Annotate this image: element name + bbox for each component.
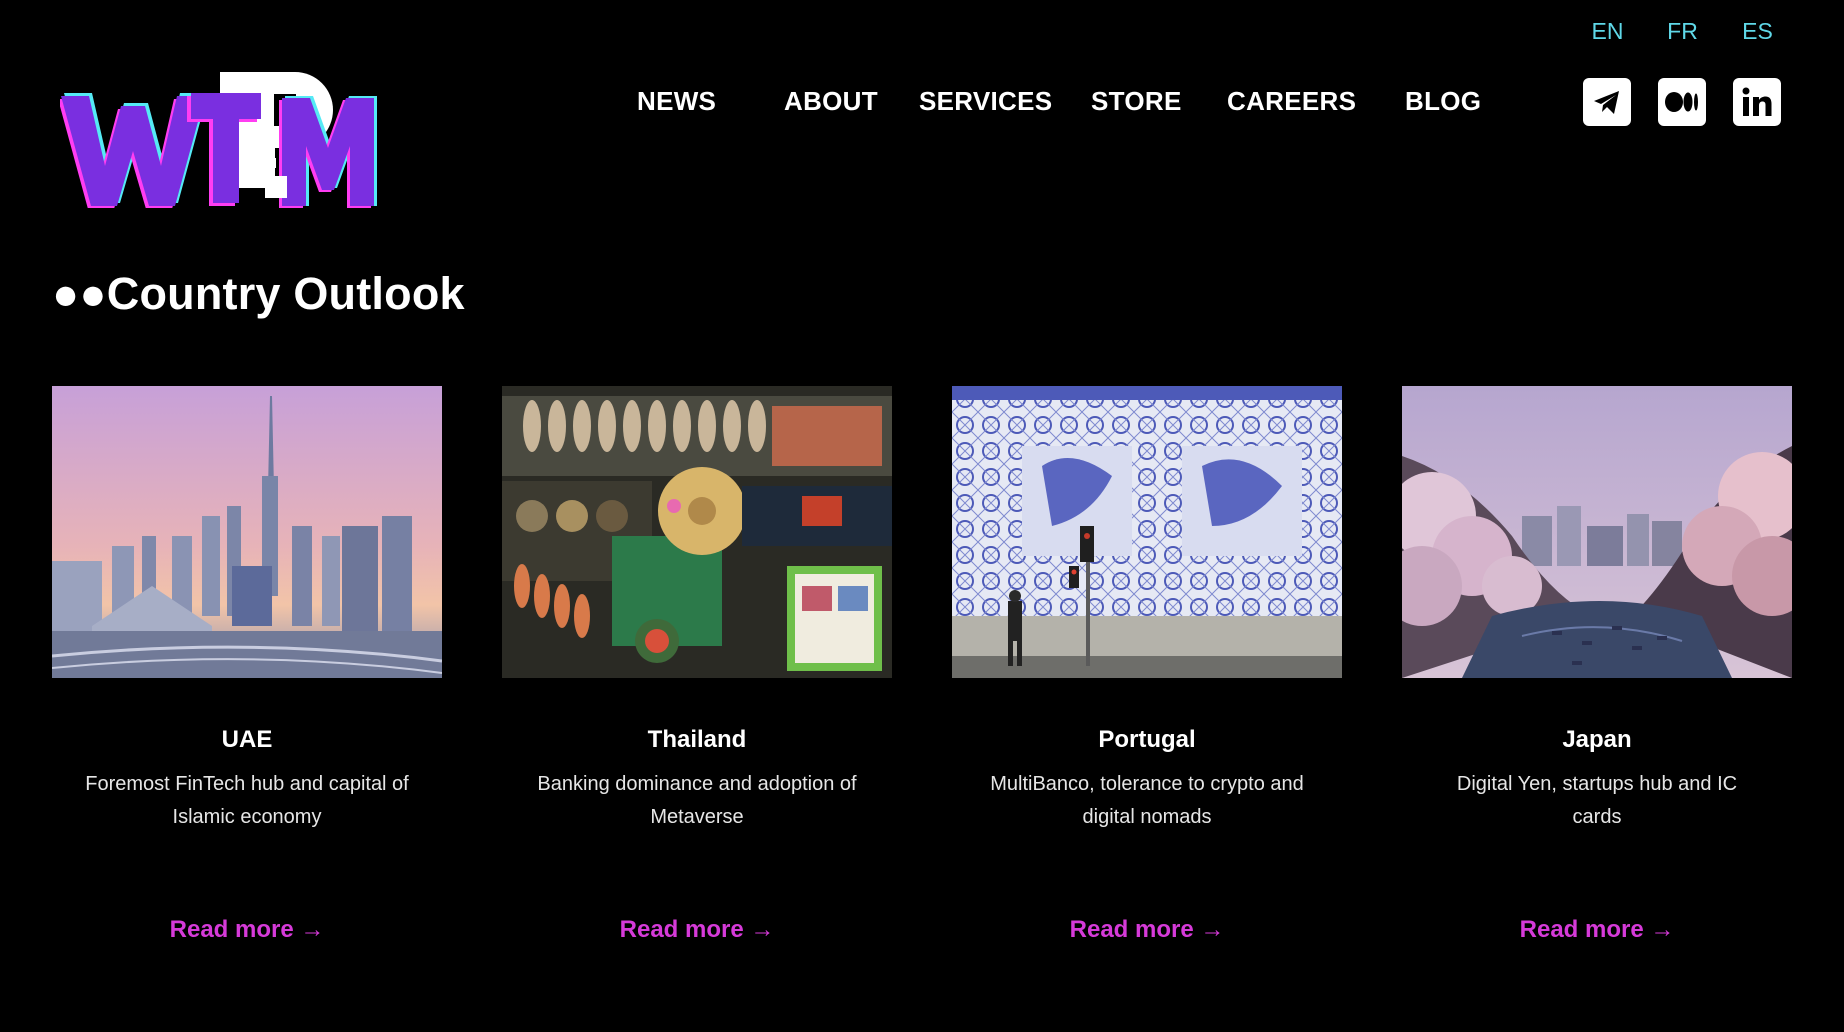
- japan-image[interactable]: [1402, 386, 1792, 678]
- card-description: Digital Yen, startups hub and IC cards: [1456, 773, 1738, 828]
- section-title: ●●Country Outlook: [52, 268, 465, 319]
- nav-store[interactable]: STORE: [1091, 86, 1182, 117]
- read-more-link[interactable]: Read more →: [620, 916, 775, 944]
- nav-about[interactable]: ABOUT: [784, 86, 878, 117]
- site-logo[interactable]: [58, 68, 390, 210]
- telegram-button[interactable]: [1583, 78, 1631, 126]
- nav-careers[interactable]: CAREERS: [1227, 86, 1356, 117]
- nav-services[interactable]: SERVICES: [919, 86, 1052, 117]
- country-card-portugal: Portugal MultiBanco, tolerance to crypto…: [952, 386, 1342, 944]
- portugal-image[interactable]: [952, 386, 1342, 678]
- linkedin-icon: [1742, 87, 1772, 116]
- dubai-skyline-photo: [52, 386, 442, 678]
- social-links: [1583, 78, 1781, 126]
- read-more-link[interactable]: Read more →: [170, 916, 325, 944]
- country-card-list: UAE Foremost FinTech hub and capital of …: [52, 386, 1792, 944]
- wtpm-logo-graphic: [58, 72, 377, 210]
- language-fr[interactable]: FR: [1645, 18, 1720, 45]
- language-es[interactable]: ES: [1720, 18, 1795, 45]
- country-card-japan: Japan Digital Yen, startups hub and IC c…: [1402, 386, 1792, 944]
- card-title: Japan: [1562, 726, 1632, 753]
- read-more-link[interactable]: Read more →: [1520, 916, 1675, 944]
- language-en[interactable]: EN: [1570, 18, 1645, 45]
- nav-news[interactable]: NEWS: [637, 86, 716, 117]
- cherry-blossom-river-photo: [1402, 386, 1792, 678]
- telegram-icon: [1594, 91, 1619, 114]
- thai-floating-market-photo: [502, 386, 892, 678]
- country-card-thailand: Thailand Banking dominance and adoption …: [502, 386, 892, 944]
- card-description: MultiBanco, tolerance to crypto and digi…: [990, 773, 1304, 828]
- linkedin-button[interactable]: [1733, 78, 1781, 126]
- thailand-image[interactable]: [502, 386, 892, 678]
- card-title: Portugal: [1098, 726, 1196, 753]
- read-more-link[interactable]: Read more →: [1070, 916, 1225, 944]
- card-title: Thailand: [647, 726, 747, 753]
- card-title: UAE: [221, 726, 273, 753]
- country-card-uae: UAE Foremost FinTech hub and capital of …: [52, 386, 442, 944]
- nav-blog[interactable]: BLOG: [1405, 86, 1481, 117]
- language-switcher: EN FR ES: [1570, 18, 1820, 45]
- card-description: Foremost FinTech hub and capital of Isla…: [85, 773, 409, 828]
- azulejo-tile-wall-photo: [952, 386, 1342, 678]
- medium-button[interactable]: [1658, 78, 1706, 126]
- medium-icon: [1665, 92, 1698, 112]
- uae-image[interactable]: [52, 386, 442, 678]
- card-description: Banking dominance and adoption of Metave…: [537, 773, 857, 828]
